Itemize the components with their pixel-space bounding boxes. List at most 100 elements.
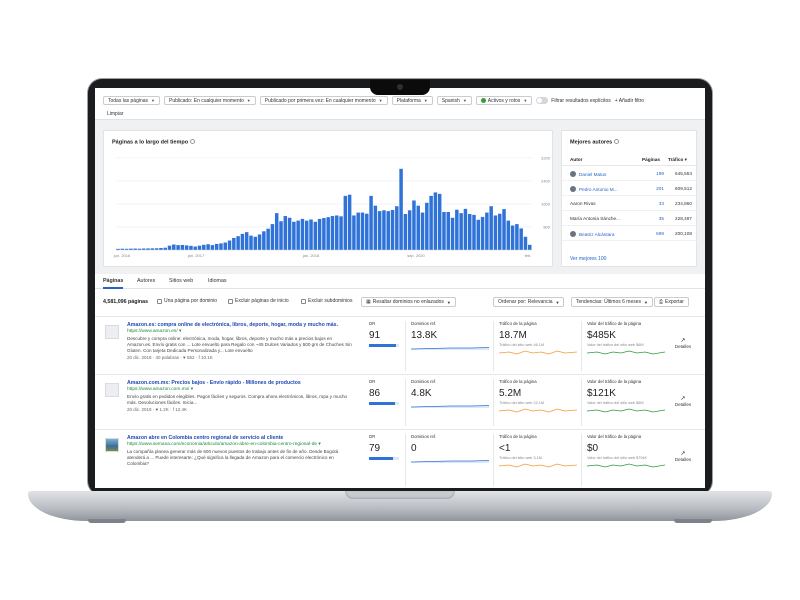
ref-domains-value[interactable]: 4.8K bbox=[411, 388, 489, 399]
info-icon[interactable] bbox=[614, 139, 620, 144]
see-top-100-link[interactable]: Ver mejores 100 bbox=[570, 256, 606, 262]
chevron-down-icon: ▼ bbox=[523, 98, 528, 103]
chart-bar bbox=[262, 231, 266, 250]
traffic-value[interactable]: <1 bbox=[499, 443, 577, 454]
traffic-value-amount[interactable]: $485K bbox=[587, 330, 665, 341]
result-title-link[interactable]: Amazon.com.mx: Precios bajos - Envío ráp… bbox=[127, 380, 352, 386]
filter-live-broken[interactable]: Activos y rotos ▼ bbox=[475, 96, 533, 105]
traffic-value-metric: Valor del tráfico de la página $121K Valor… bbox=[587, 379, 665, 414]
author-pages[interactable]: 199 bbox=[642, 171, 664, 176]
tab-websites[interactable]: Sitios web bbox=[169, 278, 193, 284]
column-divider bbox=[405, 321, 406, 371]
filter-language[interactable]: Spanish ▼ bbox=[436, 96, 472, 105]
add-filter-button[interactable]: + Añadir filtro bbox=[615, 98, 644, 104]
filter-label: Publicado por primera vez: En cualquier … bbox=[264, 97, 376, 104]
tab-languages[interactable]: Idiomas bbox=[208, 278, 227, 284]
column-divider bbox=[405, 379, 406, 426]
author-pages[interactable]: 201 bbox=[642, 186, 664, 191]
pages-over-time-panel: Páginas a lo largo del tiempo 3200 2400 16… bbox=[103, 130, 553, 267]
chart-bar bbox=[352, 215, 356, 250]
traffic-value[interactable]: 18.7M bbox=[499, 330, 577, 341]
ref-domains-value[interactable]: 13.8K bbox=[411, 330, 489, 341]
result-meta: 20 dic. 2018 · ♥ 1.2K · f 12.4K bbox=[127, 407, 187, 412]
details-button[interactable]: ↗ Detalles bbox=[673, 337, 693, 349]
exclude-subdomains-checkbox[interactable]: Excluir subdominios bbox=[301, 298, 352, 304]
checkbox[interactable] bbox=[157, 298, 162, 304]
result-title-link[interactable]: Amazon abre en Colombia centro regional … bbox=[127, 435, 352, 441]
chart-bar bbox=[480, 216, 485, 250]
chart-bar bbox=[395, 206, 399, 250]
dr-bar bbox=[369, 402, 399, 405]
result-url-link[interactable]: https://www.amazon.es/ ▾ bbox=[127, 329, 181, 334]
tab-authors[interactable]: Autores bbox=[137, 278, 155, 284]
filter-all-pages[interactable]: Todas las páginas ▼ bbox=[103, 96, 160, 105]
toggle-switch[interactable] bbox=[536, 97, 549, 104]
result-title-link[interactable]: Amazon.es: compra online de electrónica,… bbox=[127, 322, 352, 328]
exclude-home-checkbox[interactable]: Excluir páginas de inicio bbox=[228, 298, 289, 304]
metric-label: DR bbox=[369, 321, 376, 326]
column-header-traffic[interactable]: Tráfico ▾ bbox=[668, 157, 687, 163]
author-name[interactable]: Pedro Antonio M... bbox=[570, 186, 618, 192]
chart-bar bbox=[433, 192, 438, 250]
filter-published[interactable]: Publicado: En cualquier momento ▼ bbox=[164, 96, 256, 105]
tab-pages[interactable]: Páginas bbox=[103, 278, 124, 289]
metric-label: Dominios ref. bbox=[411, 379, 437, 384]
value-sparkline bbox=[587, 350, 665, 355]
traffic-value[interactable]: 5.2M bbox=[499, 388, 577, 399]
ref-domains-value[interactable]: 0 bbox=[411, 443, 489, 454]
dr-value[interactable]: 91 bbox=[369, 330, 399, 341]
site-traffic-value: Valor del tráfico del sitio web $6M bbox=[587, 401, 644, 405]
chart-bar bbox=[420, 212, 425, 250]
export-button[interactable]: ⎙ Exportar bbox=[654, 297, 689, 307]
author-row[interactable]: María Antonia Sánche... 35 228,497 bbox=[562, 212, 698, 226]
author-row[interactable]: Aaron Rivas 33 234,860 bbox=[562, 197, 698, 211]
dr-value[interactable]: 86 bbox=[369, 388, 399, 399]
one-per-domain-checkbox[interactable]: Una página por dominio bbox=[157, 298, 217, 304]
details-button[interactable]: ↗ Detalles bbox=[673, 450, 693, 462]
result-row: Amazon abre en Colombia centro regional … bbox=[95, 429, 705, 488]
traffic-value-amount[interactable]: $0 bbox=[587, 443, 665, 454]
result-url-link[interactable]: https://www.amazon.com.mx/ ▾ bbox=[127, 387, 193, 392]
chevron-down-icon: ▼ bbox=[246, 98, 251, 103]
ref-domains-sparkline bbox=[411, 347, 489, 350]
author-row[interactable]: Pedro Antonio M... 201 609,512 bbox=[562, 182, 698, 196]
trends-dropdown[interactable]: Tendencias: Últimos 6 meses ▼ bbox=[571, 297, 653, 307]
author-row[interactable]: Daniel Matus 199 645,553 bbox=[562, 167, 698, 181]
results-tabs: Páginas Autores Sitios web Idiomas bbox=[95, 274, 705, 289]
chart-bar bbox=[360, 212, 365, 250]
chevron-down-icon: ▼ bbox=[644, 299, 648, 305]
results-panel: Páginas Autores Sitios web Idiomas 4,581… bbox=[95, 274, 705, 488]
column-divider bbox=[405, 434, 406, 486]
author-row[interactable]: Beatriz Alcántara 699 200,108 bbox=[562, 227, 698, 241]
chart-bar bbox=[283, 216, 288, 250]
author-name[interactable]: Beatriz Alcántara bbox=[570, 231, 614, 237]
chart-bar bbox=[163, 247, 167, 250]
camera-notch bbox=[370, 80, 430, 95]
dr-metric: DR 79 bbox=[369, 434, 399, 460]
column-header-pages[interactable]: Páginas bbox=[642, 157, 660, 162]
author-pages[interactable]: 699 bbox=[642, 231, 664, 236]
chart-bar bbox=[227, 240, 232, 250]
checkbox[interactable] bbox=[301, 298, 306, 304]
details-button[interactable]: ↗ Detalles bbox=[673, 395, 693, 407]
checkbox[interactable] bbox=[228, 298, 233, 304]
chart-bar bbox=[193, 246, 197, 250]
chart-bar bbox=[322, 218, 326, 250]
filter-first-published[interactable]: Publicado por primera vez: En cualquier … bbox=[259, 96, 388, 105]
trend-icon: ↗ bbox=[680, 396, 686, 402]
metric-label: Tráfico de la página bbox=[499, 379, 537, 384]
filter-platform[interactable]: Plataforma ▼ bbox=[391, 96, 433, 105]
author-pages[interactable]: 35 bbox=[642, 216, 664, 221]
chart-bar bbox=[210, 245, 215, 250]
chart-bar bbox=[407, 210, 412, 250]
traffic-value-amount[interactable]: $121K bbox=[587, 388, 665, 399]
author-pages[interactable]: 33 bbox=[642, 201, 664, 206]
result-url-link[interactable]: https://www.semana.com/economia/articulo… bbox=[127, 442, 321, 447]
highlight-unlinked-button[interactable]: ▦ Resaltar dominios no enlazados ▼ bbox=[361, 297, 456, 307]
author-name[interactable]: Daniel Matus bbox=[570, 171, 606, 177]
clear-filters-button[interactable]: Limpiar bbox=[107, 111, 123, 117]
sort-dropdown[interactable]: Ordenar por: Relevancia ▼ bbox=[493, 297, 565, 307]
dr-value[interactable]: 79 bbox=[369, 443, 399, 454]
explicit-filter-toggle[interactable]: Filtrar resultados explícitos bbox=[536, 97, 611, 104]
chart-bar bbox=[270, 224, 275, 250]
